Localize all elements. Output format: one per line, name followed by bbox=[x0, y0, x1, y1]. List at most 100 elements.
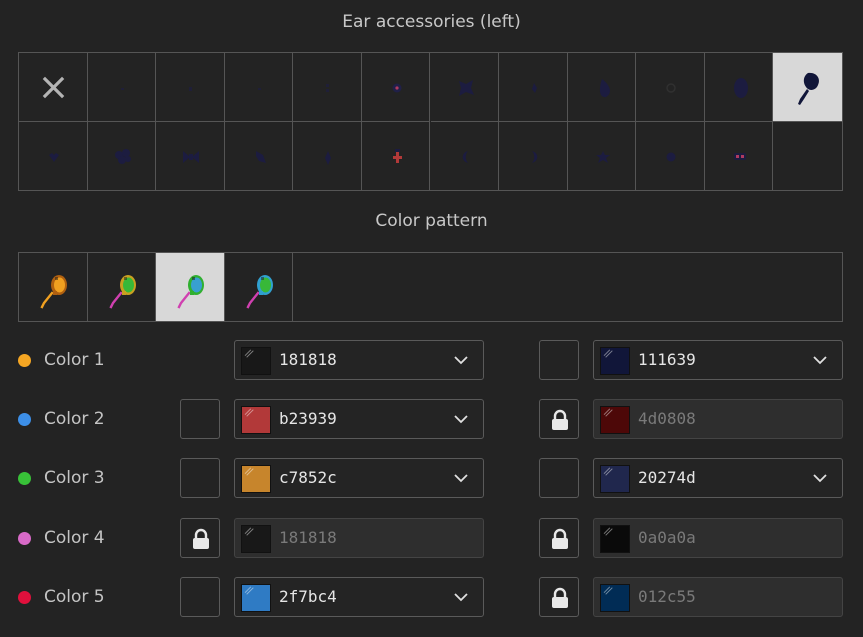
lock-toggle[interactable] bbox=[539, 577, 579, 617]
color-swatch bbox=[241, 584, 271, 612]
color-label: Color 3 bbox=[44, 468, 105, 488]
hex-value: 181818 bbox=[279, 350, 337, 369]
accessory-option[interactable] bbox=[156, 53, 225, 122]
chevron-down-icon bbox=[454, 356, 468, 365]
accessory-option[interactable] bbox=[225, 121, 294, 190]
lock-toggle-empty[interactable] bbox=[180, 458, 220, 498]
hoop-icon bbox=[666, 83, 676, 93]
accessory-option[interactable] bbox=[431, 121, 500, 190]
chevron-down-icon bbox=[454, 474, 468, 483]
color-label: Color 4 bbox=[44, 528, 105, 548]
teardrop-icon bbox=[599, 79, 610, 98]
star-icon bbox=[595, 150, 610, 163]
bow-icon bbox=[183, 150, 200, 163]
lock-toggle[interactable] bbox=[180, 518, 220, 558]
color-row-label: Color 4 bbox=[18, 528, 105, 548]
color-select[interactable]: b23939 bbox=[234, 399, 484, 439]
hex-value: 0a0a0a bbox=[638, 528, 696, 547]
lock-icon bbox=[552, 528, 568, 549]
color-field-locked: 0a0a0a bbox=[593, 518, 843, 558]
color-dot-icon bbox=[18, 412, 31, 426]
color-row-label: Color 5 bbox=[18, 587, 105, 607]
color-dot-icon bbox=[18, 353, 31, 367]
color-select[interactable]: 111639 bbox=[593, 340, 843, 380]
pendant-pattern-4-icon bbox=[246, 275, 273, 309]
color-dot-icon bbox=[18, 590, 31, 604]
lock-toggle-empty[interactable] bbox=[180, 577, 220, 617]
accessory-option[interactable] bbox=[293, 121, 362, 190]
tiny-dot-icon bbox=[257, 88, 261, 90]
color-row-label: Color 2 bbox=[18, 409, 105, 429]
twin-gem-icon bbox=[733, 152, 746, 160]
color-swatch bbox=[241, 406, 271, 434]
color-pattern-heading: Color pattern bbox=[375, 211, 488, 231]
color-pattern-option[interactable] bbox=[88, 253, 157, 321]
lock-toggle-empty[interactable] bbox=[180, 399, 220, 439]
color-select[interactable]: 2f7bc4 bbox=[234, 577, 484, 617]
accessory-option[interactable] bbox=[293, 53, 362, 122]
accessory-option[interactable] bbox=[499, 53, 568, 122]
accessory-option[interactable] bbox=[88, 121, 157, 190]
color-row-label: Color 1 bbox=[18, 350, 105, 370]
ring-stud-icon bbox=[392, 83, 402, 93]
accessory-option[interactable] bbox=[704, 53, 774, 122]
accessory-option[interactable] bbox=[567, 53, 637, 122]
accessory-option[interactable] bbox=[705, 121, 774, 190]
hex-value: 2f7bc4 bbox=[279, 587, 337, 606]
chevron-down-icon bbox=[454, 415, 468, 424]
accessory-option[interactable] bbox=[568, 121, 637, 190]
color-swatch bbox=[600, 465, 630, 493]
none-x-icon bbox=[42, 76, 65, 99]
lock-icon bbox=[552, 409, 568, 430]
double-dot-icon bbox=[326, 84, 330, 92]
color-field-locked: 4d0808 bbox=[593, 399, 843, 439]
accessory-option[interactable] bbox=[499, 121, 568, 190]
crescent-left-icon bbox=[462, 150, 468, 163]
leaf-icon bbox=[255, 150, 266, 163]
accessory-option[interactable] bbox=[156, 121, 225, 190]
lock-toggle[interactable] bbox=[539, 518, 579, 558]
lock-toggle-empty[interactable] bbox=[539, 340, 579, 380]
ear-accessories-heading: Ear accessories (left) bbox=[342, 12, 521, 32]
hex-value: 181818 bbox=[279, 528, 337, 547]
oval-icon bbox=[733, 78, 748, 98]
lock-toggle[interactable] bbox=[539, 399, 579, 439]
heart-icon bbox=[49, 152, 59, 162]
color-select[interactable]: 181818 bbox=[234, 340, 484, 380]
pendant-pattern-3-icon bbox=[177, 275, 205, 309]
accessory-option[interactable] bbox=[361, 53, 431, 122]
color-select[interactable]: c7852c bbox=[234, 458, 484, 498]
color-label: Color 5 bbox=[44, 587, 105, 607]
accessory-option[interactable] bbox=[773, 53, 842, 122]
accessory-option[interactable] bbox=[636, 53, 705, 122]
accessory-option[interactable] bbox=[362, 121, 431, 190]
accessory-option[interactable] bbox=[636, 121, 705, 190]
chevron-down-icon bbox=[813, 474, 827, 483]
flower-icon bbox=[458, 80, 474, 96]
accessory-option[interactable] bbox=[87, 53, 157, 122]
color-dot-icon bbox=[18, 531, 31, 545]
color-dot-icon bbox=[18, 471, 31, 485]
magnifier-pendant-icon bbox=[798, 72, 820, 105]
lock-toggle-empty[interactable] bbox=[539, 458, 579, 498]
color-label: Color 2 bbox=[44, 409, 105, 429]
accessory-option[interactable] bbox=[19, 53, 88, 122]
color-pattern-option[interactable] bbox=[225, 253, 294, 321]
color-pattern-option[interactable] bbox=[156, 253, 225, 321]
cluster-icon bbox=[114, 148, 131, 164]
color-field-locked: 012c55 bbox=[593, 577, 843, 617]
accessory-option[interactable] bbox=[430, 53, 500, 122]
color-field-locked: 181818 bbox=[234, 518, 484, 558]
color-select[interactable]: 20274d bbox=[593, 458, 843, 498]
drop-icon bbox=[532, 83, 538, 93]
accessory-option[interactable] bbox=[19, 121, 88, 190]
accessory-option[interactable] bbox=[224, 53, 294, 122]
chevron-down-icon bbox=[454, 593, 468, 602]
color-row-label: Color 3 bbox=[18, 468, 105, 488]
chevron-down-icon bbox=[813, 356, 827, 365]
hex-value: 012c55 bbox=[638, 587, 696, 606]
color-pattern-option[interactable] bbox=[19, 253, 88, 321]
hex-value: b23939 bbox=[279, 409, 337, 428]
hex-value: c7852c bbox=[279, 468, 337, 487]
pendant-pattern-1-icon bbox=[40, 275, 67, 309]
